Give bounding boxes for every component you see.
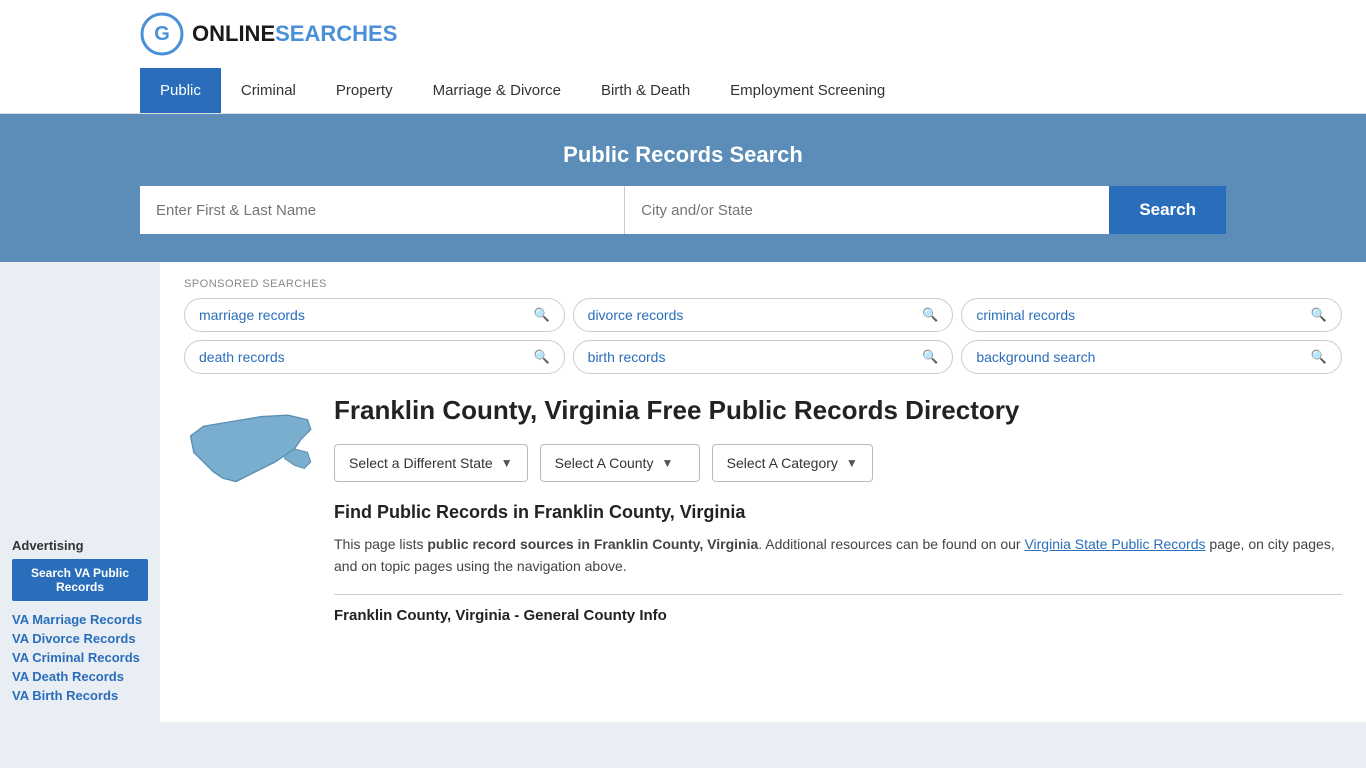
county-dropdown-label: Select A County [555,455,654,471]
search-icon: 🔍 [922,307,938,323]
nav-item-birth-death[interactable]: Birth & Death [581,68,710,113]
county-info-title: Franklin County, Virginia - General Coun… [334,607,1342,624]
tag-marriage-records[interactable]: marriage records 🔍 [184,298,565,332]
sponsored-label: SPONSORED SEARCHES [184,278,1342,290]
list-item[interactable]: VA Birth Records [12,687,148,703]
directory-title: Franklin County, Virginia Free Public Re… [334,394,1342,428]
dropdown-row: Select a Different State ▼ Select A Coun… [334,444,1342,482]
nav-item-criminal[interactable]: Criminal [221,68,316,113]
nav-item-marriage[interactable]: Marriage & Divorce [413,68,581,113]
search-button[interactable]: Search [1109,186,1226,234]
county-dropdown[interactable]: Select A County ▼ [540,444,700,482]
category-dropdown[interactable]: Select A Category ▼ [712,444,873,482]
list-item[interactable]: VA Death Records [12,668,148,684]
logo-icon: G [140,12,184,56]
list-item[interactable]: VA Criminal Records [12,649,148,665]
header: G ONLINESEARCHES [0,0,1366,68]
section-divider [334,594,1342,595]
location-input[interactable] [625,186,1109,234]
nav-item-public[interactable]: Public [140,68,221,113]
search-icon: 🔍 [922,349,938,365]
tag-background-search[interactable]: background search 🔍 [961,340,1342,374]
name-input[interactable] [140,186,625,234]
search-icon: 🔍 [1311,307,1327,323]
virginia-map-svg [184,394,314,504]
list-item[interactable]: VA Divorce Records [12,630,148,646]
search-icon: 🔍 [1311,349,1327,365]
directory-section: Franklin County, Virginia Free Public Re… [184,394,1342,624]
main-content: SPONSORED SEARCHES marriage records 🔍 di… [160,262,1366,722]
chevron-down-icon: ▼ [501,456,513,470]
search-banner-title: Public Records Search [140,142,1226,168]
tag-criminal-records[interactable]: criminal records 🔍 [961,298,1342,332]
search-banner: Public Records Search Search [0,114,1366,262]
tag-death-records[interactable]: death records 🔍 [184,340,565,374]
logo: G ONLINESEARCHES [140,12,397,56]
sidebar: Advertising Search VA Public Records VA … [0,262,160,722]
find-text: This page lists public record sources in… [334,533,1342,578]
advertising-label: Advertising [12,538,148,553]
nav: Public Criminal Property Marriage & Divo… [0,68,1366,114]
nav-item-employment[interactable]: Employment Screening [710,68,905,113]
nav-item-property[interactable]: Property [316,68,413,113]
tag-divorce-records[interactable]: divorce records 🔍 [573,298,954,332]
tag-birth-records[interactable]: birth records 🔍 [573,340,954,374]
search-form: Search [140,186,1226,234]
state-map [184,394,314,507]
chevron-down-icon: ▼ [846,456,858,470]
search-icon: 🔍 [533,349,549,365]
directory-info: Franklin County, Virginia Free Public Re… [334,394,1342,624]
state-dropdown-label: Select a Different State [349,455,493,471]
svg-text:G: G [154,23,170,45]
state-dropdown[interactable]: Select a Different State ▼ [334,444,528,482]
sidebar-links: VA Marriage Records VA Divorce Records V… [12,611,148,703]
search-icon: 🔍 [533,307,549,323]
list-item[interactable]: VA Marriage Records [12,611,148,627]
find-title: Find Public Records in Franklin County, … [334,502,1342,523]
logo-text: ONLINESEARCHES [192,21,397,47]
category-dropdown-label: Select A Category [727,455,838,471]
chevron-down-icon: ▼ [661,456,673,470]
ad-button[interactable]: Search VA Public Records [12,559,148,601]
content-area: Advertising Search VA Public Records VA … [0,262,1366,722]
virginia-records-link[interactable]: Virginia State Public Records [1024,536,1205,552]
search-tags: marriage records 🔍 divorce records 🔍 cri… [184,298,1342,374]
